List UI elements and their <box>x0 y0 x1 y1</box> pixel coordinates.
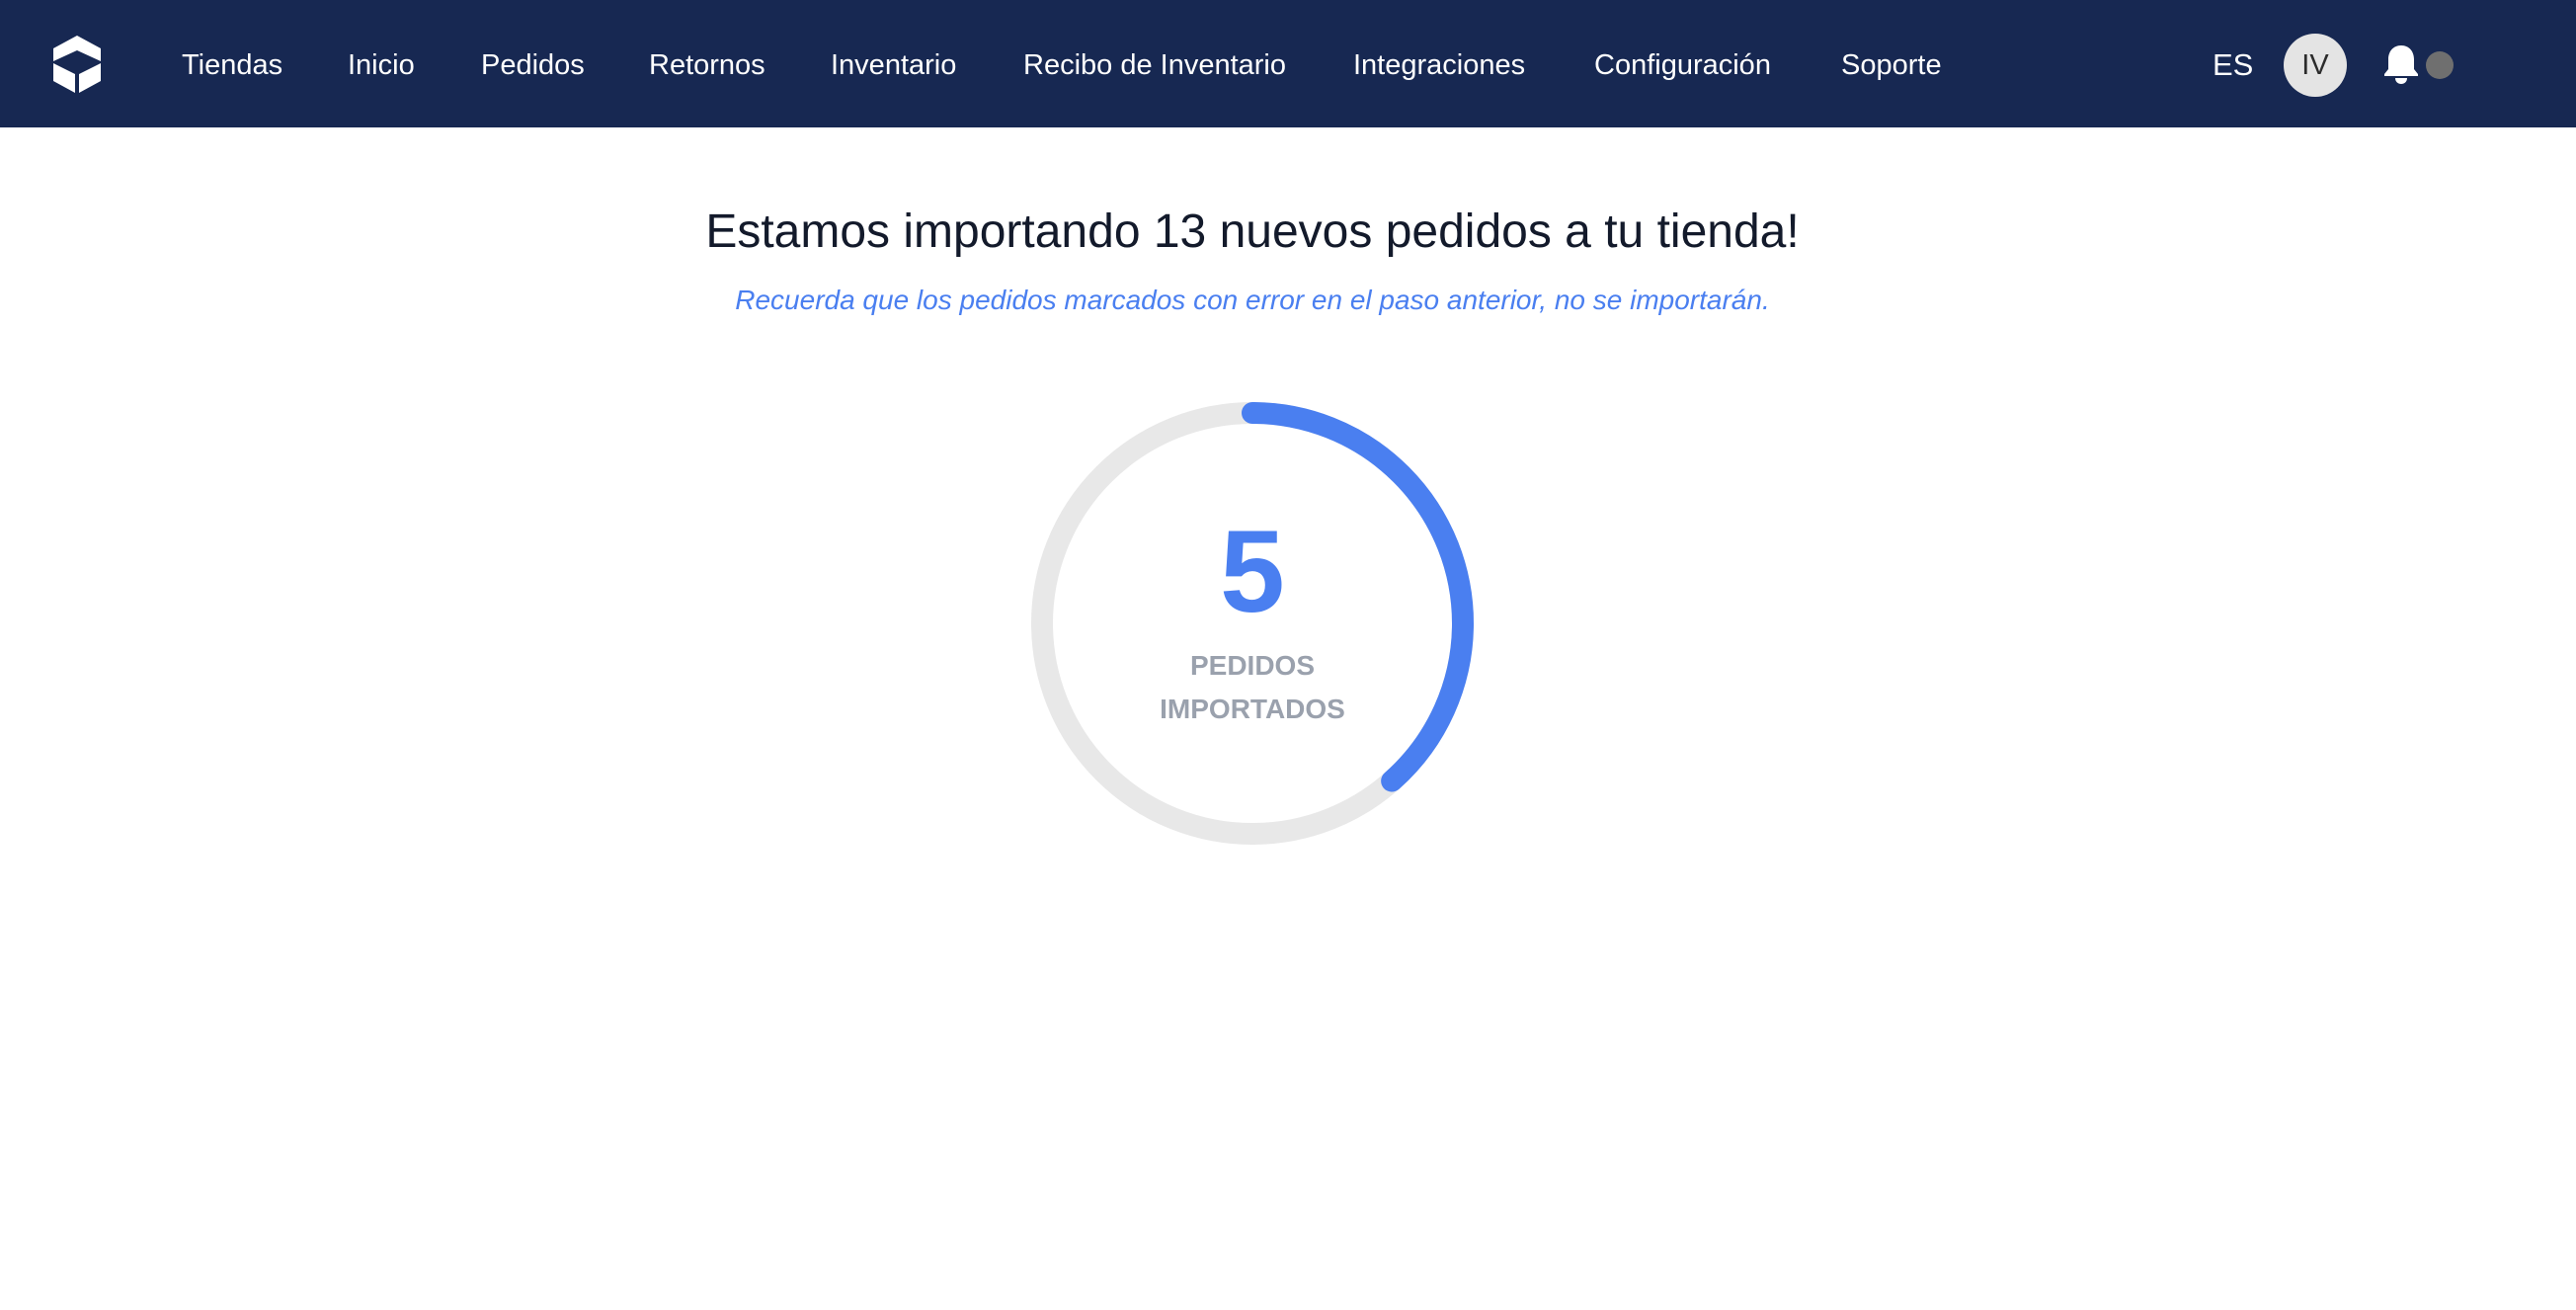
nav-item-recibo-de-inventario[interactable]: Recibo de Inventario <box>1023 45 1286 85</box>
nav-item-configuracion[interactable]: Configuración <box>1594 45 1771 85</box>
nav-item-pedidos[interactable]: Pedidos <box>481 45 585 85</box>
page-title: Estamos importando 13 nuevos pedidos a t… <box>705 205 1800 258</box>
cube-logo-icon[interactable] <box>51 34 103 95</box>
import-warning-text: Recuerda que los pedidos marcados con er… <box>735 285 1770 315</box>
user-avatar[interactable]: IV <box>2284 34 2347 97</box>
nav-item-retornos[interactable]: Retornos <box>649 45 765 85</box>
top-navbar: Tiendas Inicio Pedidos Retornos Inventar… <box>0 0 2576 127</box>
nav-item-inventario[interactable]: Inventario <box>831 45 956 85</box>
imported-count: 5 <box>1220 507 1285 637</box>
imported-label: PEDIDOS IMPORTADOS <box>1028 644 1477 731</box>
imported-label-line1: PEDIDOS <box>1189 650 1316 681</box>
nav-item-integraciones[interactable]: Integraciones <box>1353 45 1525 85</box>
nav-item-soporte[interactable]: Soporte <box>1841 45 1942 85</box>
notification-status-dot <box>2426 51 2454 79</box>
nav-item-tiendas[interactable]: Tiendas <box>182 45 282 85</box>
language-selector[interactable]: ES <box>2213 45 2253 85</box>
nav-item-inicio[interactable]: Inicio <box>348 45 415 85</box>
import-progress-ring: 5 PEDIDOS IMPORTADOS <box>1028 399 1477 848</box>
bell-icon[interactable] <box>2382 43 2420 85</box>
imported-label-line2: IMPORTADOS <box>1160 694 1345 724</box>
